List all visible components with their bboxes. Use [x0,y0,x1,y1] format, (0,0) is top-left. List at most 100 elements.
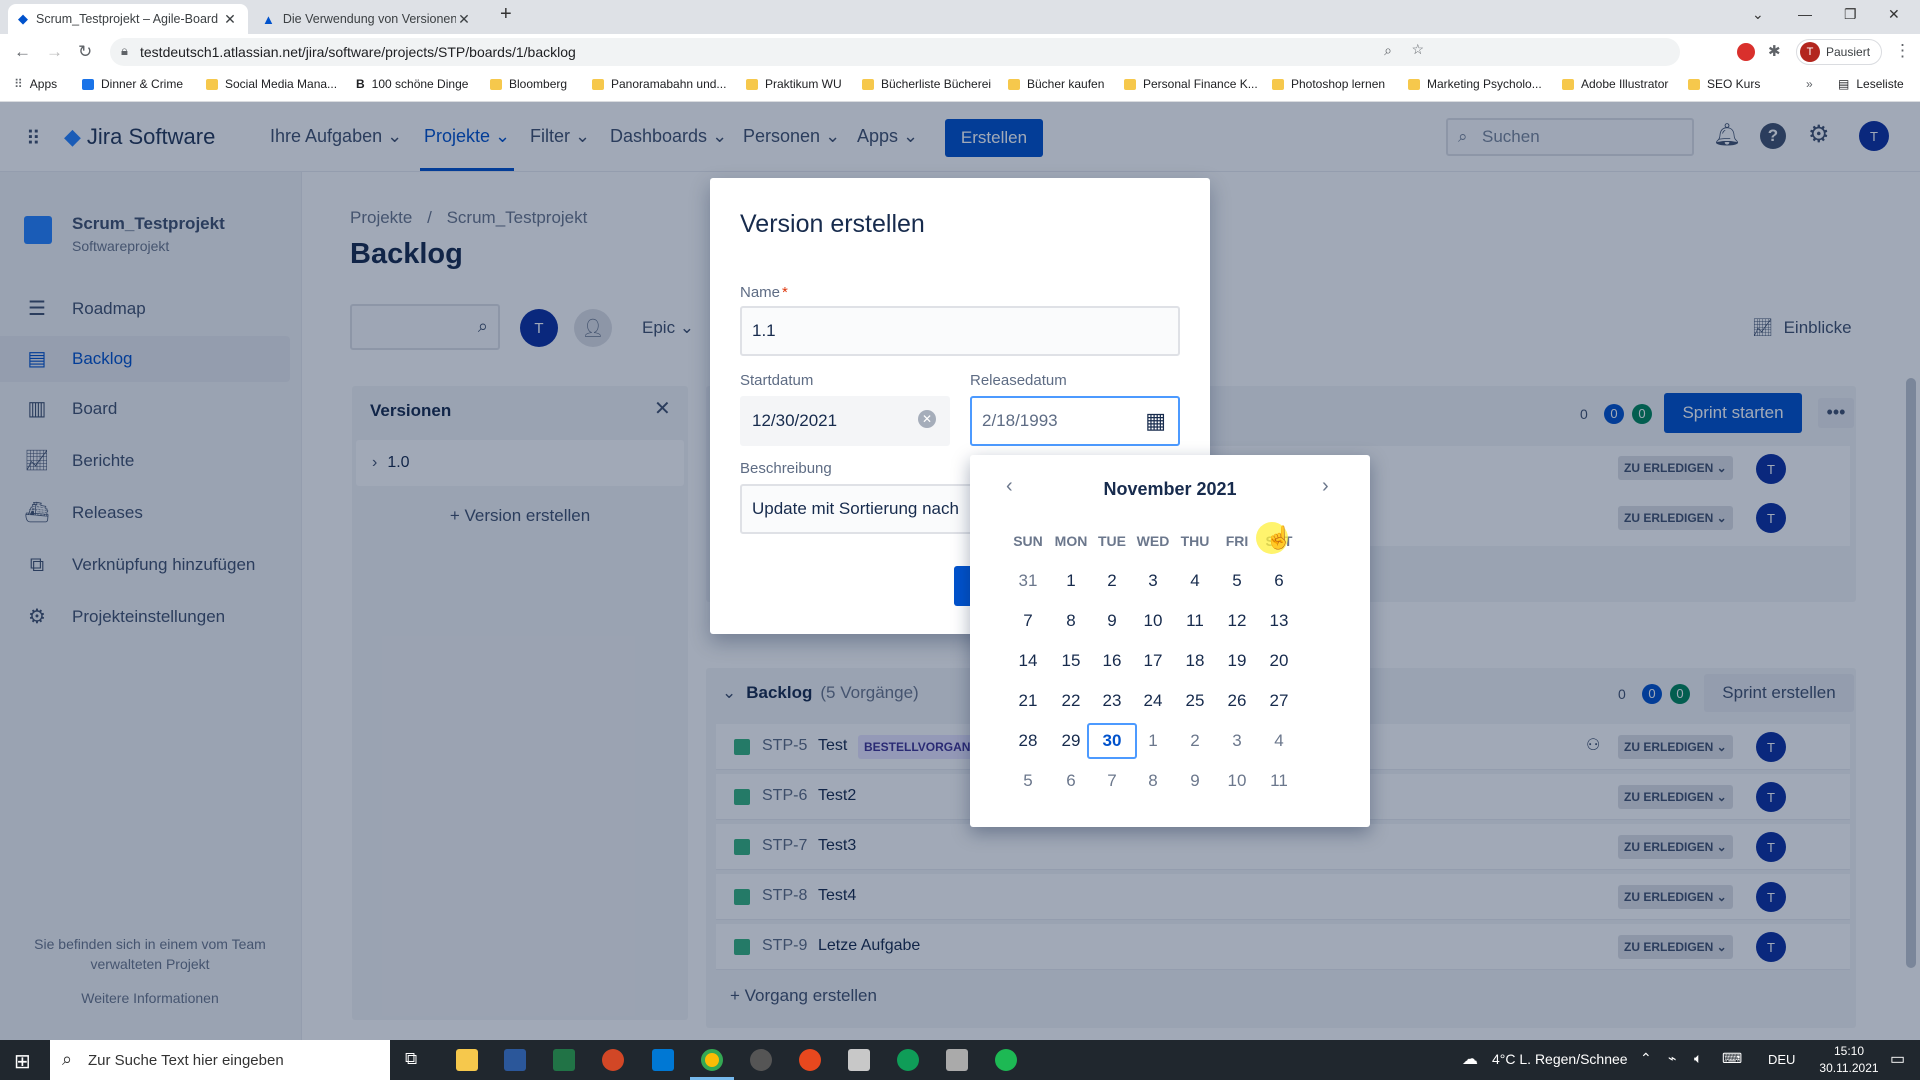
start-date-label: Startdatum [740,372,814,389]
bookmark-item[interactable]: Adobe Illustrator [1562,77,1668,91]
minimize-icon[interactable]: — [1798,6,1812,22]
browser-tab-active[interactable]: ◆ Scrum_Testprojekt – Agile-Board ✕ [8,4,248,34]
maximize-icon[interactable]: ❐ [1844,6,1857,23]
apps-grid-icon: ⠿ [14,77,23,91]
weekday-tue: TUE [1098,533,1126,549]
bookmark-item[interactable]: Social Media Mana... [206,77,337,91]
app-icon[interactable] [946,1049,968,1071]
calendar-icon[interactable]: ▦ [1145,408,1166,434]
url-text: testdeutsch1.atlassian.net/jira/software… [140,44,576,60]
folder-icon [1272,78,1284,90]
calendar-day[interactable]: 4 [1254,723,1304,759]
extensions-icon[interactable]: ✱ [1768,42,1781,60]
clear-date-icon[interactable]: ✕ [918,410,936,428]
bookmark-item[interactable]: Photoshop lernen [1272,77,1385,91]
calendar-day[interactable]: 13 [1254,603,1304,639]
weekday-mon: MON [1054,533,1088,549]
obs-icon[interactable] [750,1049,772,1071]
bookmark-item[interactable]: Bücherliste Bücherei [862,77,991,91]
app-icon[interactable] [848,1049,870,1071]
notification-center-icon[interactable]: ▭ [1890,1049,1905,1069]
weather-text[interactable]: 4°C L. Regen/Schnee [1492,1051,1628,1067]
forward-icon[interactable]: → [46,42,63,62]
mouse-cursor-icon: ☝ [1265,525,1293,550]
calendar-day[interactable]: 6 [1254,563,1304,599]
folder-icon [592,78,604,90]
weekday-thu: THU [1180,533,1210,549]
edge-icon[interactable] [897,1049,919,1071]
adblock-icon[interactable] [1737,43,1755,61]
bookmark-item[interactable]: SEO Kurs [1688,77,1760,91]
calendar-day[interactable]: 11 [1254,763,1304,799]
close-tab-icon[interactable]: ✕ [456,11,472,28]
chrome-icon[interactable] [701,1049,723,1071]
b-site-icon: B [356,77,365,91]
bookmark-item[interactable]: Bücher kaufen [1008,77,1104,91]
profile-avatar: T [1800,42,1820,62]
taskbar-search-input[interactable]: ⌕ Zur Suche Text hier eingeben [50,1040,390,1080]
bookmark-star-icon[interactable]: ☆ [1411,41,1424,58]
bookmark-item[interactable]: Panoramabahn und... [592,77,726,91]
folder-icon [206,78,218,90]
weather-icon: ☁ [1462,1051,1478,1068]
powerpoint-icon[interactable] [602,1049,624,1071]
volume-icon[interactable]: 🔈︎ [1694,1050,1702,1067]
clock-date[interactable]: 30.11.2021 [1808,1061,1890,1075]
app-icon[interactable] [799,1049,821,1071]
bookmark-item[interactable]: Bloomberg [490,77,567,91]
close-window-icon[interactable]: ✕ [1888,6,1900,23]
bookmark-apps[interactable]: ⠿ Apps [14,77,57,91]
bookmark-item[interactable]: Praktikum WU [746,77,842,91]
spotify-icon[interactable] [995,1049,1017,1071]
browser-tab[interactable]: ▲ Die Verwendung von Versionen ✕ [252,4,482,34]
word-icon[interactable] [504,1049,526,1071]
browser-menu-icon[interactable]: ⋮ [1894,41,1911,61]
dialog-title: Version erstellen [740,210,925,238]
calendar-day[interactable]: 20 [1254,643,1304,679]
address-bar-row: ← → ↻ 🔒︎ testdeutsch1.atlassian.net/jira… [0,34,1920,70]
bookmark-item[interactable]: Marketing Psycholo... [1408,77,1542,91]
mail-icon[interactable] [652,1049,674,1071]
folder-icon [862,78,874,90]
bookmark-item[interactable]: Personal Finance K... [1124,77,1258,91]
tab-title: Die Verwendung von Versionen [282,12,456,26]
task-view-icon[interactable]: ⧉ [405,1049,417,1069]
tab-search-icon[interactable]: ⌄ [1752,6,1764,23]
profile-button[interactable]: T Pausiert [1796,39,1882,65]
windows-start-icon[interactable]: ⊞ [14,1049,31,1074]
zoom-icon[interactable]: ⌕ [1384,42,1392,59]
language-indicator[interactable]: DEU [1768,1052,1795,1067]
bookmark-item[interactable]: Dinner & Crime [82,77,183,91]
calendar-day[interactable]: 27 [1254,683,1304,719]
browser-tab-bar: ◆ Scrum_Testprojekt – Agile-Board ✕ ▲ Di… [0,0,1920,34]
folder-icon [746,78,758,90]
more-bookmarks-icon[interactable]: » [1806,77,1813,91]
start-date-field[interactable]: 12/30/2021 ✕ [740,396,950,446]
folder-icon [1408,78,1420,90]
description-label: Beschreibung [740,460,832,477]
file-explorer-icon[interactable] [456,1049,478,1071]
close-tab-icon[interactable]: ✕ [222,11,238,28]
clock-time[interactable]: 15:10 [1816,1044,1882,1058]
tray-chevron-icon[interactable]: ⌃ [1640,1050,1652,1067]
excel-icon[interactable] [553,1049,575,1071]
windows-taskbar: ⊞ ⌕ Zur Suche Text hier eingeben ⧉ ☁ 4°C… [0,1040,1920,1080]
site-icon [82,78,94,90]
search-icon: ⌕ [62,1049,73,1069]
calendar-month-title: November 2021 [1103,479,1237,499]
bookmark-item[interactable]: B 100 schöne Dinge [356,77,468,91]
name-label: Name * [740,284,788,301]
reading-list[interactable]: ▤ Leseliste [1838,77,1904,91]
weekday-wed: WED [1136,533,1170,549]
back-icon[interactable]: ← [14,42,31,62]
reload-icon[interactable]: ↻ [78,42,92,62]
release-date-field[interactable]: 2/18/1993 ▦ [970,396,1180,446]
jira-favicon-icon: ◆ [18,11,28,26]
weekday-fri: FRI [1225,533,1249,549]
network-icon[interactable]: ⌁ [1668,1050,1676,1067]
name-field[interactable]: 1.1 [740,306,1180,356]
url-field[interactable]: 🔒︎ testdeutsch1.atlassian.net/jira/softw… [110,38,1680,66]
keyboard-icon[interactable]: ⌨ [1722,1050,1742,1067]
next-month-icon[interactable]: › [1322,475,1329,498]
new-tab-icon[interactable]: + [500,3,512,26]
